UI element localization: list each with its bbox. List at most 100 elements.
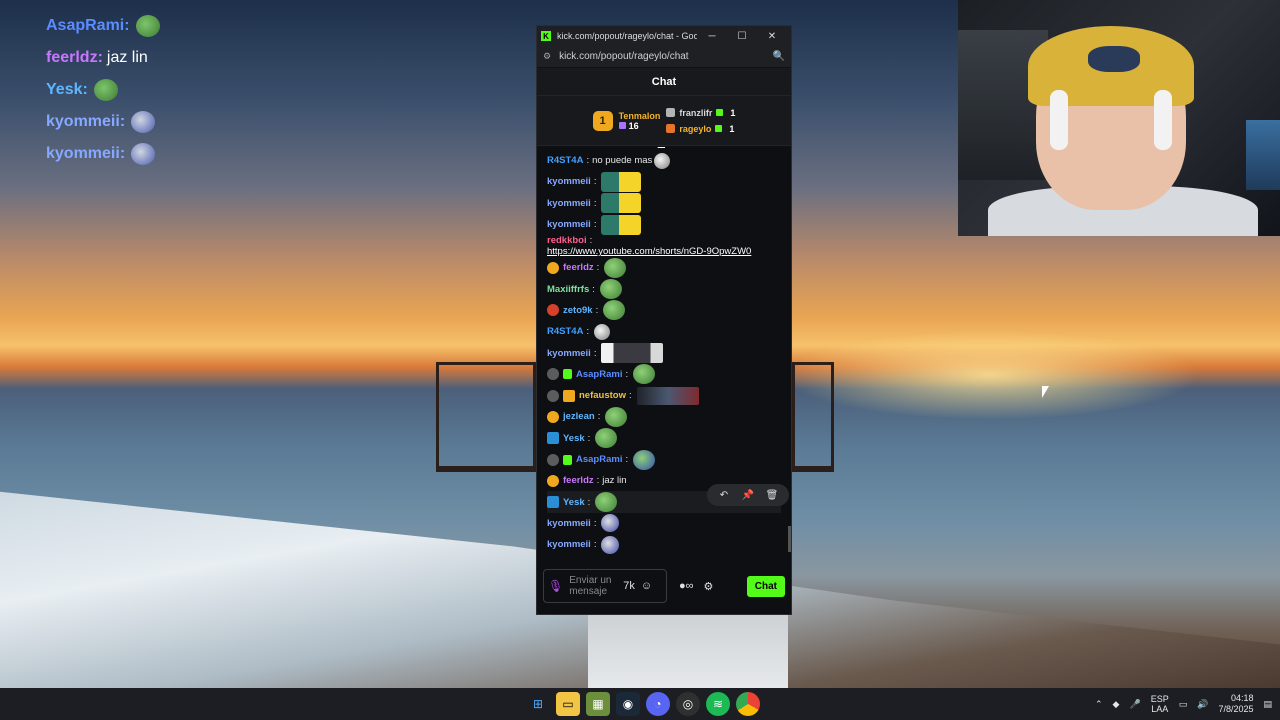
emote-icon[interactable]	[654, 152, 671, 169]
chat-username[interactable]: kyommeii	[547, 198, 591, 209]
chat-username[interactable]: kyommeii	[547, 539, 591, 550]
zoom-icon[interactable]: 🔍	[773, 51, 785, 62]
chat-username[interactable]: kyommeii	[547, 219, 591, 230]
clock[interactable]: 04:18 7/8/2025	[1218, 693, 1253, 715]
skull-badge-icon[interactable]	[547, 453, 559, 466]
chat-message[interactable]: Yesk:	[547, 428, 781, 449]
chat-message[interactable]: kyommeii:	[547, 214, 781, 235]
tray-expand-icon[interactable]: ⌃	[1095, 699, 1103, 710]
minimize-button[interactable]: ─	[697, 31, 727, 42]
chat-username[interactable]: R4ST4A	[547, 155, 583, 166]
emote-icon[interactable]	[603, 300, 626, 321]
collapse-pinned-icon[interactable]: ☰	[657, 146, 666, 151]
chat-message[interactable]: Maxiiffrfs:	[547, 278, 781, 300]
chat-username[interactable]: feerldz	[563, 262, 594, 273]
chrome-icon[interactable]	[736, 692, 760, 716]
emote-icon[interactable]	[604, 257, 627, 278]
chat-message[interactable]: AsapRami:	[547, 449, 781, 470]
defender-icon[interactable]: ◆	[1113, 699, 1120, 710]
chat-username[interactable]: jezlean	[563, 411, 595, 422]
kick-emotes-icon[interactable]: 7k	[623, 580, 635, 592]
chat-message-list[interactable]: ☰ R4ST4A:no puede maskyommeii:kyommeii:k…	[537, 146, 791, 566]
chat-username[interactable]: zeto9k	[563, 305, 593, 316]
points-icon[interactable]: ●∞	[679, 580, 694, 592]
chat-username[interactable]: AsapRami	[576, 454, 622, 465]
green-badge-icon[interactable]	[563, 454, 572, 465]
skull-badge-icon[interactable]	[547, 368, 559, 381]
chat-username[interactable]: kyommeii	[547, 518, 591, 529]
steam-icon[interactable]: ◉	[616, 692, 640, 716]
gold-badge-icon[interactable]	[547, 261, 559, 274]
settings-icon[interactable]: ⚙	[704, 580, 714, 593]
emote-icon[interactable]	[595, 492, 618, 513]
emote-icon[interactable]	[601, 343, 664, 364]
site-settings-icon[interactable]: ⚙	[543, 51, 551, 62]
chat-username[interactable]: AsapRami	[576, 369, 622, 380]
chat-username[interactable]: kyommeii	[547, 176, 591, 187]
emote-icon[interactable]	[594, 323, 611, 340]
chat-username[interactable]: feerldz	[563, 475, 594, 486]
chat-message[interactable]: nefaustow:	[547, 385, 781, 406]
file-explorer-icon[interactable]: ▭	[556, 692, 580, 716]
microphone-icon[interactable]: 🎤	[1129, 699, 1140, 710]
chat-message[interactable]: jezlean:	[547, 406, 781, 427]
mic-icon[interactable]: 🎙	[548, 579, 563, 593]
gold-badge-icon[interactable]	[547, 474, 559, 487]
network-icon[interactable]: ▭	[1179, 699, 1188, 710]
chat-username[interactable]: nefaustow	[579, 390, 626, 401]
maximize-button[interactable]: ☐	[727, 31, 757, 42]
chat-message[interactable]: kyommeii:	[547, 342, 781, 364]
volume-icon[interactable]: 🔊	[1197, 699, 1208, 710]
message-input[interactable]: 🎙 Enviar un mensaje 7k ☺	[543, 569, 667, 603]
emote-icon[interactable]	[601, 214, 642, 235]
emote-icon[interactable]	[636, 386, 699, 405]
leaderboard-first[interactable]: Tenmalon 16	[618, 111, 660, 131]
chat-username[interactable]: redkkboi	[547, 235, 587, 246]
delete-icon[interactable]: 🗑	[761, 486, 783, 504]
gold-badge-icon[interactable]	[547, 410, 559, 423]
chat-username[interactable]: R4ST4A	[547, 326, 583, 337]
orange-badge-icon[interactable]	[563, 389, 575, 402]
chat-message[interactable]: R4ST4A:	[547, 321, 781, 342]
skull-badge-icon[interactable]	[547, 389, 559, 402]
url-text[interactable]: kick.com/popout/rageylo/chat	[559, 51, 772, 62]
chat-message[interactable]: AsapRami:	[547, 364, 781, 385]
window-titlebar[interactable]: K kick.com/popout/rageylo/chat - Google.…	[537, 26, 791, 46]
discord-icon[interactable]: ◔	[646, 692, 670, 716]
chat-username[interactable]: Maxiiffrfs	[547, 284, 589, 295]
emoji-icon[interactable]: ☺	[641, 580, 652, 592]
leaderboard-second[interactable]: franzlifr 1	[666, 105, 735, 121]
emote-icon[interactable]	[599, 279, 622, 300]
emote-icon[interactable]	[601, 535, 620, 554]
chat-message[interactable]: kyommeii:	[547, 534, 781, 555]
close-button[interactable]: ✕	[757, 31, 787, 42]
minecraft-icon[interactable]: ▦	[586, 692, 610, 716]
emote-icon[interactable]	[633, 449, 656, 470]
cyan-badge-icon[interactable]	[547, 432, 559, 445]
chat-link[interactable]: https://www.youtube.com/shorts/nGD-9OpwZ…	[547, 246, 751, 257]
chat-message[interactable]: kyommeii:	[547, 171, 781, 192]
red-badge-icon[interactable]	[547, 304, 559, 317]
language-indicator[interactable]: ESP LAA	[1151, 694, 1169, 714]
message-placeholder[interactable]: Enviar un mensaje	[569, 575, 617, 597]
emote-icon[interactable]	[605, 406, 628, 427]
chat-message[interactable]: redkkboi: https://www.youtube.com/shorts/…	[547, 235, 781, 257]
chat-message[interactable]: feerldz:	[547, 257, 781, 278]
pin-icon[interactable]: 📌	[737, 486, 759, 504]
obs-icon[interactable]: ◎	[676, 692, 700, 716]
send-chat-button[interactable]: Chat	[746, 575, 785, 597]
emote-icon[interactable]	[595, 428, 618, 449]
chat-username[interactable]: Yesk	[563, 433, 585, 444]
leaderboard-third[interactable]: rageylo 1	[666, 121, 735, 137]
reply-icon[interactable]: ↶	[713, 486, 735, 504]
chat-message[interactable]: kyommeii:	[547, 513, 781, 534]
spotify-icon[interactable]: ≋	[706, 692, 730, 716]
chat-message[interactable]: R4ST4A: no puede mas	[547, 150, 781, 171]
chat-popup-window[interactable]: K kick.com/popout/rageylo/chat - Google.…	[536, 25, 792, 615]
windows-start-icon[interactable]: ⊞	[526, 692, 550, 716]
chat-username[interactable]: Yesk	[563, 497, 585, 508]
emote-icon[interactable]	[601, 171, 642, 192]
emote-icon[interactable]	[633, 364, 656, 385]
notifications-icon[interactable]: ▤	[1263, 699, 1272, 710]
chat-username[interactable]: kyommeii	[547, 348, 591, 359]
